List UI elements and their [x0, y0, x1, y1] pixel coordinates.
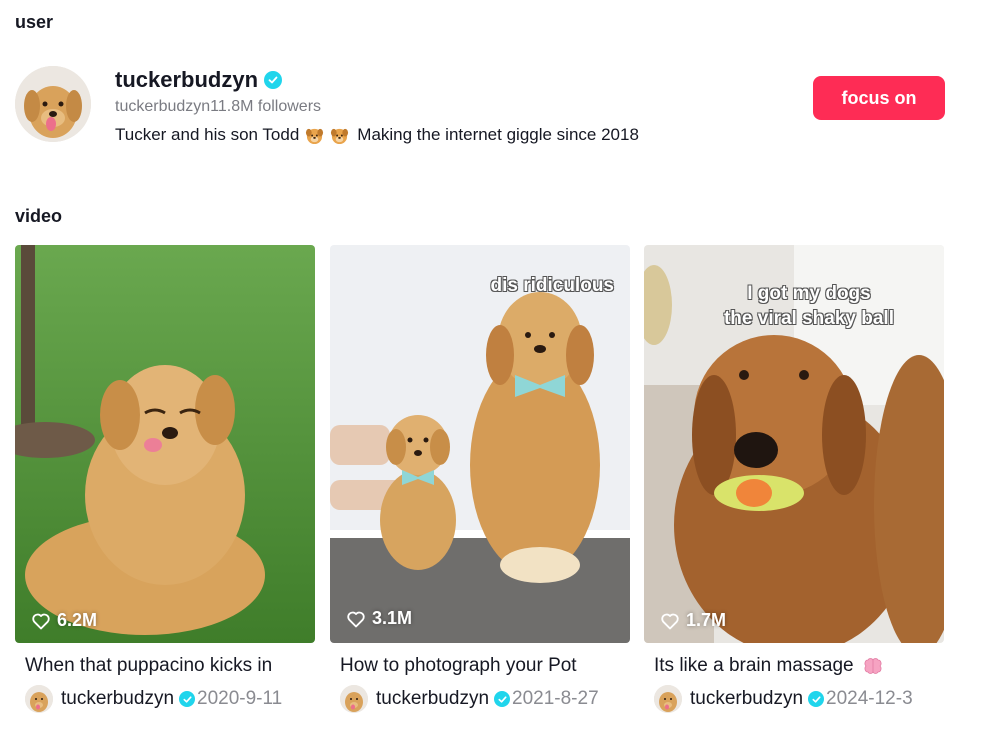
dog-face-emoji-icon: [306, 128, 324, 144]
video-meta: tuckerbudzyn 2020-9-11: [15, 685, 315, 713]
video-card[interactable]: 6.2M When that puppacino kicks in tucker…: [15, 245, 315, 713]
user-section-title: user: [15, 12, 54, 32]
author-name[interactable]: tuckerbudzyn: [690, 688, 803, 710]
avatar[interactable]: [340, 685, 368, 713]
video-section-title: video: [15, 206, 63, 226]
like-count: 1.7M: [660, 610, 726, 631]
video-overlay-text: I got my dogs the viral shaky ball: [724, 281, 894, 331]
post-date: 2024-12-3: [826, 688, 913, 709]
user-followers: tuckerbudzyn11.8M followers: [115, 98, 322, 115]
video-card[interactable]: dis ridiculous 3.1M How to photograph yo…: [330, 245, 630, 713]
user-name[interactable]: tuckerbudzyn: [115, 67, 258, 93]
avatar[interactable]: [25, 685, 53, 713]
avatar[interactable]: [15, 66, 91, 142]
heart-icon: [661, 613, 679, 629]
video-thumbnail[interactable]: 6.2M: [15, 245, 315, 643]
caption-text[interactable]: How to photograph your Pot: [340, 655, 577, 677]
verified-badge-icon: [494, 691, 511, 707]
video-caption[interactable]: When that puppacino kicks in: [15, 655, 305, 677]
video-overlay-text: dis ridiculous: [490, 275, 614, 296]
heart-icon: [347, 611, 365, 627]
verified-badge-icon: [179, 691, 196, 707]
overlay-line: the viral shaky ball: [723, 308, 894, 329]
video-card[interactable]: I got my dogs the viral shaky ball 1.7M …: [644, 245, 944, 713]
video-meta: tuckerbudzyn 2021-8-27: [330, 685, 630, 713]
video-thumbnail[interactable]: I got my dogs the viral shaky ball 1.7M: [644, 245, 944, 643]
heart-icon: [32, 613, 50, 629]
like-count-value: 3.1M: [372, 608, 413, 628]
like-count-value: 6.2M: [57, 610, 98, 630]
author-name[interactable]: tuckerbudzyn: [376, 688, 489, 710]
avatar[interactable]: [654, 685, 682, 713]
dog-face-emoji-icon: [331, 128, 349, 144]
verified-badge-icon: [808, 691, 825, 707]
video-caption[interactable]: How to photograph your Pot: [330, 655, 620, 677]
verified-badge-icon: [264, 71, 283, 89]
video-meta: tuckerbudzyn 2024-12-3: [644, 685, 944, 713]
user-result[interactable]: tuckerbudzyn tuckerbudzyn11.8M followers…: [15, 66, 945, 146]
like-count-value: 1.7M: [686, 610, 727, 630]
author-name[interactable]: tuckerbudzyn: [61, 688, 174, 710]
like-count: 3.1M: [346, 608, 412, 629]
like-count: 6.2M: [31, 610, 97, 631]
bio-text-start: Tucker and his son Todd: [115, 125, 300, 144]
overlay-line: I got my dogs: [747, 283, 871, 304]
video-caption[interactable]: Its like a brain massage: [644, 655, 934, 677]
post-date: 2021-8-27: [512, 688, 599, 709]
caption-text[interactable]: When that puppacino kicks in: [25, 655, 272, 677]
bio-text-end: Making the internet giggle since 2018: [357, 125, 639, 144]
follow-button[interactable]: focus on: [813, 76, 945, 120]
post-date: 2020-9-11: [197, 688, 283, 709]
brain-emoji-icon: [864, 658, 882, 674]
caption-text[interactable]: Its like a brain massage: [654, 655, 854, 677]
video-thumbnail[interactable]: dis ridiculous 3.1M: [330, 245, 630, 643]
user-bio: Tucker and his son Todd Making the inter: [115, 125, 639, 145]
